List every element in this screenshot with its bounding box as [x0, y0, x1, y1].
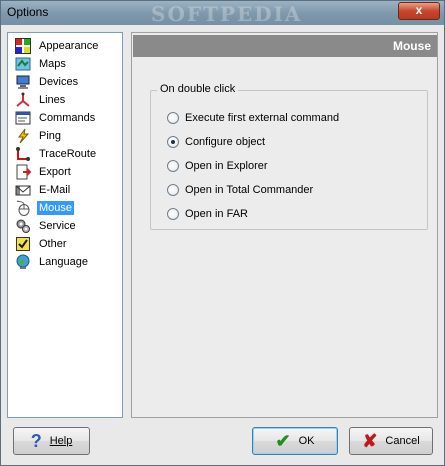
option-execute-first-command[interactable]: Execute first external command: [167, 110, 339, 126]
checkmark-icon: ✔: [275, 431, 291, 451]
option-label: Open in Total Commander: [185, 184, 314, 196]
nav-label: Commands: [39, 112, 96, 124]
option-configure-object[interactable]: Configure object: [167, 134, 265, 150]
devices-icon: [15, 74, 31, 90]
option-label: Execute first external command: [185, 112, 340, 124]
radio-button[interactable]: [167, 136, 179, 148]
ok-button[interactable]: ✔ OK: [252, 427, 338, 455]
nav-item-commands[interactable]: Commands: [10, 109, 97, 127]
nav-item-ping[interactable]: Ping: [10, 127, 63, 145]
panel-title: Mouse: [392, 39, 431, 53]
nav-label: Service: [39, 220, 76, 232]
nav-label: Devices: [39, 76, 79, 88]
nav-item-other[interactable]: Other: [10, 235, 69, 253]
option-label: Open in FAR: [185, 208, 248, 220]
nav-item-export[interactable]: Export: [10, 163, 73, 181]
title-bar[interactable]: Options SOFTPEDIA x: [1, 1, 444, 26]
nav-label: Export: [39, 166, 71, 178]
nav-label: TraceRoute: [39, 148, 97, 160]
nav-label: Mouse: [37, 201, 75, 215]
email-icon: [15, 182, 31, 198]
radio-button[interactable]: [167, 208, 179, 220]
panel-header: Mouse: [133, 35, 437, 57]
option-open-in-explorer[interactable]: Open in Explorer: [167, 158, 268, 174]
help-icon: ?: [30, 431, 42, 451]
traceroute-icon: [15, 146, 31, 162]
nav-label: Other: [39, 238, 67, 250]
help-button[interactable]: ? Help: [13, 427, 90, 455]
lines-icon: [15, 92, 31, 108]
double-click-group: On double click Execute first external c…: [150, 83, 428, 230]
export-icon: [15, 164, 32, 180]
nav-label: Maps: [39, 58, 66, 70]
option-label: Open in Explorer: [185, 160, 268, 172]
language-icon: [15, 254, 31, 270]
commands-icon: [15, 110, 31, 126]
nav-label: Lines: [39, 94, 66, 106]
nav-item-language[interactable]: Language: [10, 253, 90, 271]
nav-item-lines[interactable]: Lines: [10, 91, 67, 109]
window-title: Options: [7, 5, 49, 19]
help-label: Help: [49, 435, 73, 447]
ok-label: OK: [298, 435, 315, 447]
radio-button[interactable]: [167, 112, 179, 124]
close-button[interactable]: x: [398, 2, 440, 20]
cancel-button[interactable]: ✘ Cancel: [349, 427, 433, 455]
nav-item-maps[interactable]: Maps: [10, 55, 68, 73]
nav-item-appearance[interactable]: Appearance: [10, 37, 100, 55]
nav-item-email[interactable]: E-Mail: [10, 181, 72, 199]
category-list[interactable]: Appearance Maps Devices Lines Commands P…: [7, 32, 123, 418]
nav-item-devices[interactable]: Devices: [10, 73, 80, 91]
group-label: On double click: [157, 83, 239, 95]
nav-item-mouse[interactable]: Mouse: [10, 199, 75, 217]
option-open-in-far[interactable]: Open in FAR: [167, 206, 248, 222]
option-open-in-total-commander[interactable]: Open in Total Commander: [167, 182, 313, 198]
option-label: Configure object: [185, 136, 266, 148]
cancel-x-icon: ✘: [362, 431, 378, 451]
nav-item-service[interactable]: Service: [10, 217, 78, 235]
radio-button[interactable]: [167, 160, 179, 172]
nav-label: Language: [39, 256, 88, 268]
mouse-icon: [15, 200, 31, 216]
maps-icon: [15, 56, 31, 72]
radio-button[interactable]: [167, 184, 179, 196]
close-icon: x: [415, 3, 423, 17]
nav-item-traceroute[interactable]: TraceRoute: [10, 145, 98, 163]
cancel-label: Cancel: [385, 435, 420, 447]
nav-label: E-Mail: [39, 184, 71, 196]
other-icon: [15, 236, 31, 252]
service-icon: [15, 218, 31, 234]
options-window: Options SOFTPEDIA x Appearance Maps Devi…: [0, 0, 445, 466]
ping-icon: [15, 128, 31, 144]
appearance-icon: [15, 38, 31, 54]
watermark-text: SOFTPEDIA: [151, 2, 303, 26]
settings-panel: Mouse On double click Execute first exte…: [131, 32, 438, 418]
nav-label: Ping: [39, 130, 62, 142]
nav-label: Appearance: [39, 40, 99, 52]
